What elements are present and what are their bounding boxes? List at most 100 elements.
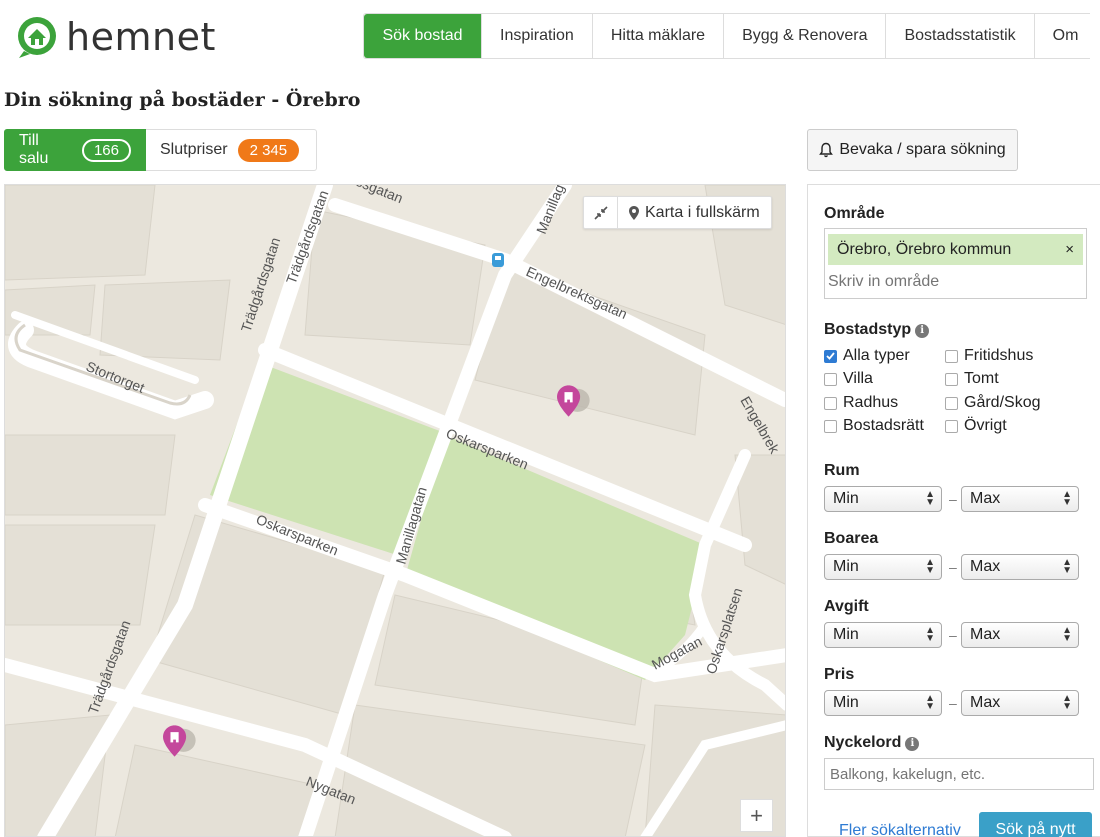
checkbox-icon	[945, 419, 958, 433]
living-area-label: Boarea	[824, 530, 879, 547]
checkbox-icon	[824, 396, 837, 410]
fee-max-select[interactable]: Max ▲ ▼	[961, 622, 1079, 648]
checkbox-radhus[interactable]: Radhus	[824, 394, 898, 412]
range-separator: –	[949, 627, 957, 643]
fullscreen-label: Karta i fullskärm	[645, 203, 760, 221]
zoom-in-button[interactable]: +	[740, 799, 773, 832]
keyword-label: Nyckelord i	[824, 734, 920, 752]
select-value: Min	[833, 490, 859, 507]
nav-item-bostadsstatistik[interactable]: Bostadsstatistik	[886, 14, 1035, 58]
living-area-max-select[interactable]: Max ▲ ▼	[961, 554, 1079, 580]
info-icon[interactable]: i	[915, 324, 930, 338]
listing-tabs: Till salu 166 Slutpriser 2 345	[4, 129, 317, 171]
select-arrows-icon: ▲ ▼	[925, 625, 935, 644]
price-min-select[interactable]: Min ▲ ▼	[824, 690, 942, 716]
checkbox-label: Alla typer	[843, 347, 910, 364]
checkbox-checked-icon	[824, 349, 837, 363]
checkbox-icon	[945, 349, 958, 363]
checkbox-gard-skog[interactable]: Gård/Skog	[945, 394, 1040, 412]
fee-min-select[interactable]: Min ▲ ▼	[824, 622, 942, 648]
hemnet-logo[interactable]: hemnet	[14, 14, 216, 60]
rooms-min-select[interactable]: Min ▲ ▼	[824, 486, 942, 512]
select-value: Max	[970, 694, 1001, 711]
price-max-select[interactable]: Max ▲ ▼	[961, 690, 1079, 716]
living-area-min-select[interactable]: Min ▲ ▼	[824, 554, 942, 580]
checkbox-label: Radhus	[843, 394, 899, 411]
map-marker-icon	[629, 205, 639, 220]
rooms-label: Rum	[824, 462, 860, 479]
checkbox-label: Tomt	[964, 370, 999, 387]
price-label: Pris	[824, 666, 855, 683]
nav-item-bygg-renovera[interactable]: Bygg & Renovera	[724, 14, 887, 58]
save-search-label: Bevaka / spara sökning	[839, 141, 1006, 158]
main-nav: Sök bostad Inspiration Hitta mäklare Byg…	[363, 13, 1091, 59]
save-search-button[interactable]: Bevaka / spara sökning	[807, 129, 1018, 171]
checkbox-label: Villa	[843, 370, 873, 387]
keyword-label-text: Nyckelord	[824, 734, 902, 751]
select-value: Min	[833, 558, 859, 575]
fee-label: Avgift	[824, 598, 869, 615]
select-value: Min	[833, 694, 859, 711]
checkbox-icon	[824, 419, 837, 433]
fullscreen-map-button[interactable]: Karta i fullskärm	[618, 197, 771, 228]
bell-icon	[819, 142, 834, 158]
map[interactable]: Trädgårdsgatan Trädgårdsgatan Trädgårdsg…	[4, 184, 786, 837]
keyword-input[interactable]	[824, 758, 1094, 790]
tab-label: Till salu	[19, 132, 49, 167]
page-title: Din sökning på bostäder - Örebro	[4, 89, 361, 111]
collapse-map-button[interactable]	[584, 197, 618, 228]
info-icon[interactable]: i	[905, 737, 920, 751]
select-arrows-icon: ▲ ▼	[925, 489, 935, 508]
checkbox-label: Bostadsrätt	[843, 417, 924, 434]
select-value: Max	[970, 626, 1001, 643]
checkbox-label: Gård/Skog	[964, 394, 1041, 411]
area-field[interactable]: Örebro, Örebro kommun ×	[824, 228, 1087, 299]
select-arrows-icon: ▲ ▼	[1062, 693, 1072, 712]
area-input[interactable]	[828, 269, 1078, 295]
map-canvas[interactable]: Trädgårdsgatan Trädgårdsgatan Trädgårdsg…	[5, 185, 786, 837]
select-arrows-icon: ▲ ▼	[1062, 557, 1072, 576]
checkbox-alla-typer[interactable]: Alla typer	[824, 347, 910, 365]
nav-item-om[interactable]: Om	[1035, 14, 1091, 58]
search-filters: Område Örebro, Örebro kommun × Bostadsty…	[807, 184, 1100, 837]
tab-slutpriser[interactable]: Slutpriser 2 345	[146, 129, 317, 171]
checkbox-bostadsratt[interactable]: Bostadsrätt	[824, 417, 924, 435]
select-arrows-icon: ▲ ▼	[1062, 625, 1072, 644]
rooms-max-select[interactable]: Max ▲ ▼	[961, 486, 1079, 512]
checkbox-fritidshus[interactable]: Fritidshus	[945, 347, 1033, 365]
house-logo-icon	[18, 17, 56, 58]
select-arrows-icon: ▲ ▼	[1062, 489, 1072, 508]
range-separator: –	[949, 695, 957, 711]
range-separator: –	[949, 491, 957, 507]
area-label: Område	[824, 205, 885, 222]
listing-pin-icon[interactable]	[557, 378, 591, 424]
remove-area-button[interactable]: ×	[1065, 241, 1074, 258]
checkbox-icon	[824, 372, 837, 386]
select-value: Max	[970, 558, 1001, 575]
checkbox-tomt[interactable]: Tomt	[945, 370, 999, 388]
area-tag: Örebro, Örebro kommun ×	[828, 234, 1083, 265]
checkbox-icon	[945, 372, 958, 386]
checkbox-label: Övrigt	[964, 417, 1007, 434]
select-arrows-icon: ▲ ▼	[925, 557, 935, 576]
housing-type-label-text: Bostadstyp	[824, 321, 912, 338]
checkbox-ovrigt[interactable]: Övrigt	[945, 417, 1007, 435]
range-separator: –	[949, 559, 957, 575]
more-options-link[interactable]: Fler sökalternativ	[839, 822, 961, 837]
count-badge: 2 345	[237, 138, 300, 162]
select-value: Min	[833, 626, 859, 643]
listing-pin-icon[interactable]	[163, 718, 197, 764]
select-arrows-icon: ▲ ▼	[925, 693, 935, 712]
shrink-arrows-icon	[593, 205, 608, 220]
brand-name: hemnet	[66, 15, 216, 59]
nav-item-sok-bostad[interactable]: Sök bostad	[364, 14, 482, 58]
area-tag-label: Örebro, Örebro kommun	[837, 240, 1012, 258]
count-badge: 166	[81, 138, 131, 162]
checkbox-villa[interactable]: Villa	[824, 370, 873, 388]
select-value: Max	[970, 490, 1001, 507]
nav-item-hitta-maklare[interactable]: Hitta mäklare	[593, 14, 725, 58]
search-again-button[interactable]: Sök på nytt	[979, 812, 1092, 837]
tab-till-salu[interactable]: Till salu 166	[4, 129, 146, 171]
housing-type-label: Bostadstyp i	[824, 321, 930, 339]
nav-item-inspiration[interactable]: Inspiration	[482, 14, 593, 58]
